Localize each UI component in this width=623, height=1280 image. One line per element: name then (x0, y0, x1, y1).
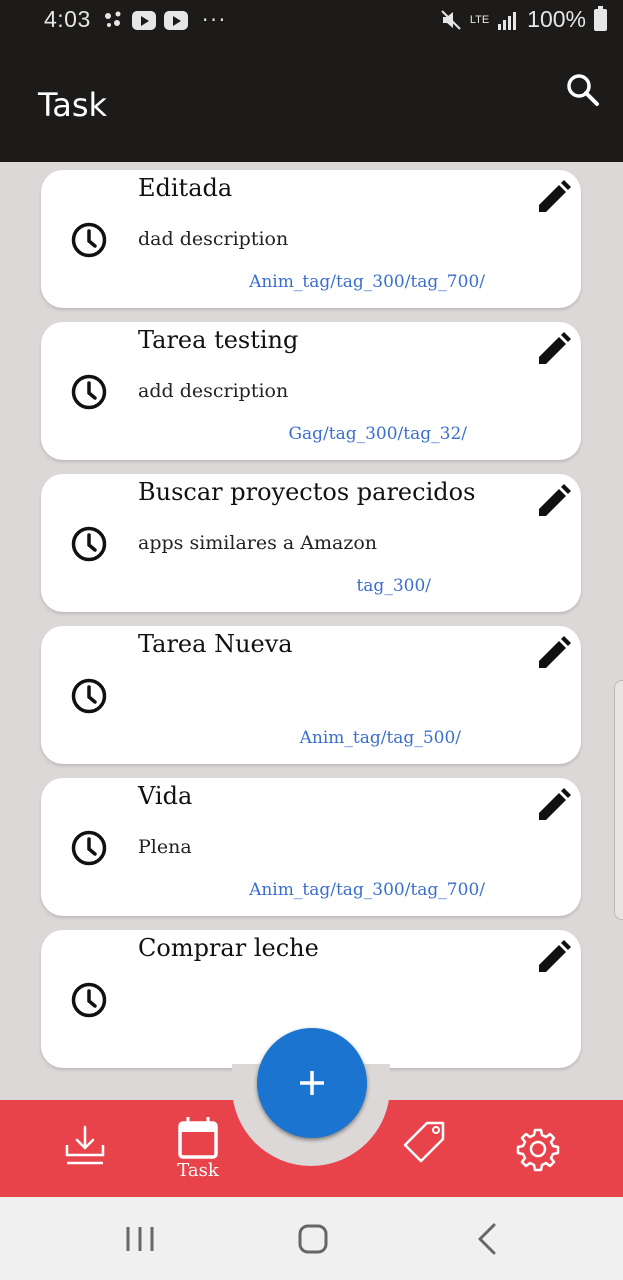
add-task-button[interactable] (257, 1028, 367, 1138)
search-button[interactable] (563, 70, 603, 110)
app-bar: Task (0, 42, 623, 162)
youtube-icon (132, 10, 156, 30)
battery-icon (594, 5, 607, 31)
task-card[interactable]: Tarea testing add description Gag/tag_30… (41, 322, 581, 460)
task-tags: Anim_tag/tag_500/ (299, 728, 461, 748)
task-tags: Anim_tag/tag_300/tag_700/ (249, 272, 485, 292)
system-nav-bar (0, 1197, 623, 1280)
recent-apps-icon (126, 1227, 154, 1251)
edit-button[interactable] (533, 938, 573, 978)
task-title: Buscar proyectos parecidos (138, 478, 476, 506)
task-title: Comprar leche (138, 934, 319, 962)
task-description: apps similares a Amazon (138, 532, 378, 554)
calendar-icon (178, 1117, 218, 1159)
edit-button[interactable] (533, 178, 573, 218)
back-icon (478, 1223, 496, 1255)
signal-icon (498, 11, 517, 30)
task-card[interactable]: Editada dad description Anim_tag/tag_300… (41, 170, 581, 308)
battery-percent: 100% (527, 6, 586, 32)
clock-icon (71, 982, 107, 1018)
back-button[interactable] (466, 1217, 510, 1261)
status-right: LTE 100% (440, 5, 607, 33)
task-tags: Anim_tag/tag_300/tag_700/ (249, 880, 485, 900)
plus-icon (300, 1071, 324, 1095)
notification-icons: ··· (104, 8, 227, 32)
task-title: Vida (138, 782, 193, 810)
clock-icon (71, 222, 107, 258)
nav-item-tags[interactable] (395, 1115, 455, 1185)
clock-icon (71, 678, 107, 714)
gear-icon (516, 1128, 560, 1172)
nav-item-settings[interactable] (508, 1115, 568, 1185)
task-description: dad description (138, 228, 289, 250)
home-button[interactable] (291, 1217, 335, 1261)
task-title: Editada (138, 174, 233, 202)
pencil-icon (539, 332, 571, 364)
status-time: 4:03 (44, 6, 91, 32)
clock-icon (71, 830, 107, 866)
task-tags: Gag/tag_300/tag_32/ (288, 424, 467, 444)
home-icon (298, 1224, 328, 1254)
edit-button[interactable] (533, 634, 573, 674)
pencil-icon (539, 484, 571, 516)
recent-apps-button[interactable] (118, 1217, 162, 1261)
network-type: LTE (469, 13, 490, 26)
scroll-indicator[interactable] (614, 680, 623, 920)
clock-icon (71, 526, 107, 562)
status-bar: 4:03 ··· LTE 100% (0, 0, 623, 42)
task-title: Tarea Nueva (138, 630, 293, 658)
edit-button[interactable] (533, 330, 573, 370)
pencil-icon (539, 940, 571, 972)
page-title: Task (38, 86, 108, 124)
nav-label-task: Task (177, 1160, 219, 1181)
task-title: Tarea testing (138, 326, 299, 354)
mute-icon (441, 9, 461, 30)
search-icon (567, 74, 599, 106)
pencil-icon (539, 788, 571, 820)
more-notifications-icon: ··· (202, 8, 228, 32)
download-tray-icon (65, 1125, 105, 1165)
edit-button[interactable] (533, 786, 573, 826)
task-tags: tag_300/ (356, 576, 431, 596)
edit-button[interactable] (533, 482, 573, 522)
task-card[interactable]: Vida Plena Anim_tag/tag_300/tag_700/ (41, 778, 581, 916)
task-card[interactable]: Buscar proyectos parecidos apps similare… (41, 474, 581, 612)
nav-item-download[interactable] (55, 1115, 115, 1185)
task-description: Plena (138, 836, 192, 858)
clock-icon (71, 374, 107, 410)
assistant-dots-icon (105, 11, 121, 27)
task-list: Editada dad description Anim_tag/tag_300… (0, 162, 623, 1100)
youtube-icon (164, 10, 188, 30)
task-card[interactable]: Tarea Nueva Anim_tag/tag_500/ (41, 626, 581, 764)
pencil-icon (539, 636, 571, 668)
pencil-icon (539, 180, 571, 212)
tag-icon (403, 1121, 445, 1163)
task-description: add description (138, 380, 289, 402)
